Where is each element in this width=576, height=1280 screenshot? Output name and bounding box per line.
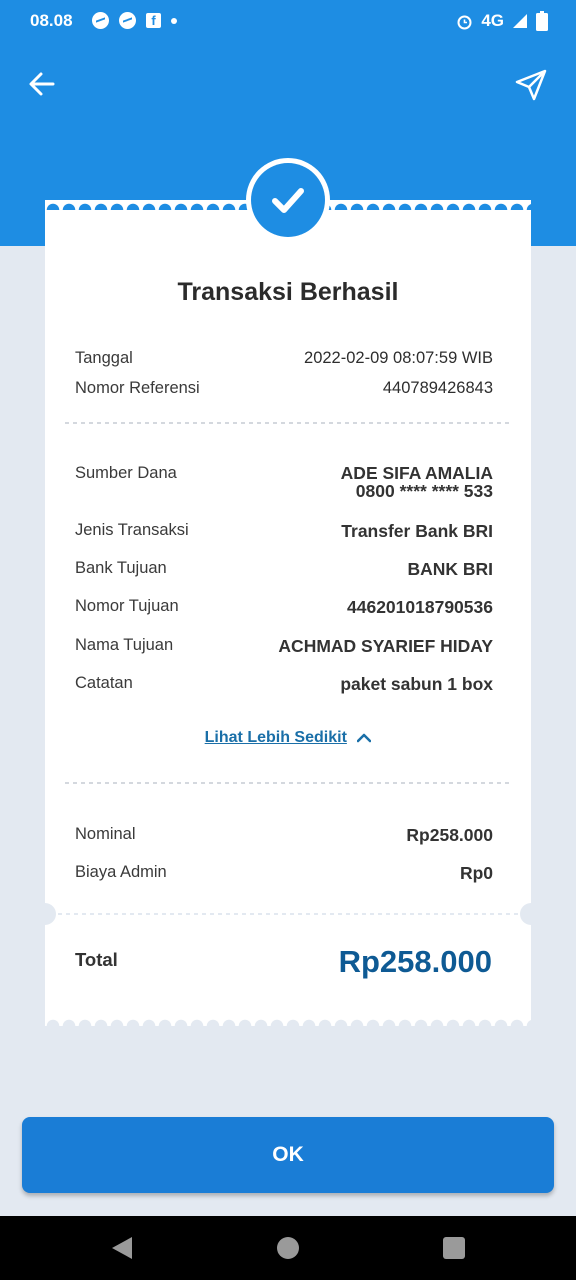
detail-value: paket sabun 1 box — [340, 674, 493, 694]
notification-icons: f — [92, 12, 177, 29]
send-icon — [515, 69, 547, 101]
system-icons: 4G — [456, 11, 548, 31]
ok-button[interactable]: OK — [22, 1117, 554, 1193]
success-badge — [246, 158, 330, 242]
divider — [65, 782, 511, 784]
see-less-link[interactable]: Lihat Lebih Sedikit — [45, 729, 531, 747]
nominal-value: Rp258.000 — [406, 825, 493, 845]
source-row: Sumber Dana ADE SIFA AMALIA 0800 **** **… — [75, 464, 493, 504]
messenger-icon — [119, 12, 136, 29]
source-label: Sumber Dana — [75, 464, 177, 482]
status-time: 08.08 — [30, 11, 73, 30]
chevron-up-icon — [357, 733, 372, 743]
total-value: Rp258.000 — [338, 944, 492, 979]
detail-label: Bank Tujuan — [75, 559, 167, 577]
signal-icon — [513, 14, 527, 28]
receipt-notch-left — [34, 903, 56, 925]
receipt-notch-right — [520, 903, 542, 925]
detail-value: BANK BRI — [407, 559, 493, 579]
source-name: ADE SIFA AMALIA — [340, 463, 493, 483]
arrow-left-icon — [29, 72, 55, 96]
network-type: 4G — [481, 11, 504, 30]
page-title: Transaksi Berhasil — [177, 278, 399, 306]
nominal-label: Nominal — [75, 825, 136, 843]
nav-back-icon[interactable] — [110, 1236, 134, 1260]
total-label: Total — [75, 949, 118, 970]
see-less-label: Lihat Lebih Sedikit — [204, 729, 347, 746]
date-label: Tanggal — [75, 349, 133, 367]
nav-home-icon[interactable] — [277, 1237, 299, 1259]
detail-label: Nama Tujuan — [75, 636, 174, 654]
back-button[interactable] — [26, 68, 58, 100]
system-navigation-bar — [0, 1216, 576, 1280]
source-value: ADE SIFA AMALIA 0800 **** **** 533 — [341, 464, 493, 500]
receipt-edge-bottom — [45, 1016, 531, 1026]
share-button[interactable] — [514, 68, 548, 102]
date-value: 2022-02-09 08:07:59 WIB — [304, 349, 493, 367]
detail-label: Catatan — [75, 674, 133, 692]
detail-value: Transfer Bank BRI — [341, 521, 493, 541]
more-notifications-icon — [171, 17, 177, 24]
reference-label: Nomor Referensi — [75, 379, 200, 397]
admin-fee-value: Rp0 — [459, 863, 493, 883]
detail-value: 446201018790536 — [347, 597, 493, 617]
top-navigation — [0, 60, 576, 110]
detail-label: Jenis Transaksi — [75, 521, 189, 539]
tear-line — [58, 913, 518, 915]
alarm-icon — [457, 15, 472, 29]
reference-value: 440789426843 — [382, 379, 493, 397]
admin-fee-label: Biaya Admin — [75, 863, 167, 881]
nav-recents-icon[interactable] — [443, 1237, 465, 1259]
battery-icon — [536, 11, 548, 31]
divider — [65, 422, 511, 424]
status-bar: 08.08 f 4G — [0, 0, 576, 44]
detail-label: Nomor Tujuan — [75, 597, 179, 615]
messenger-icon — [92, 12, 109, 29]
source-account: 0800 **** **** 533 — [355, 481, 493, 501]
check-icon — [272, 188, 304, 213]
facebook-icon: f — [146, 13, 161, 28]
detail-value: ACHMAD SYARIEF HIDAY — [278, 636, 493, 656]
